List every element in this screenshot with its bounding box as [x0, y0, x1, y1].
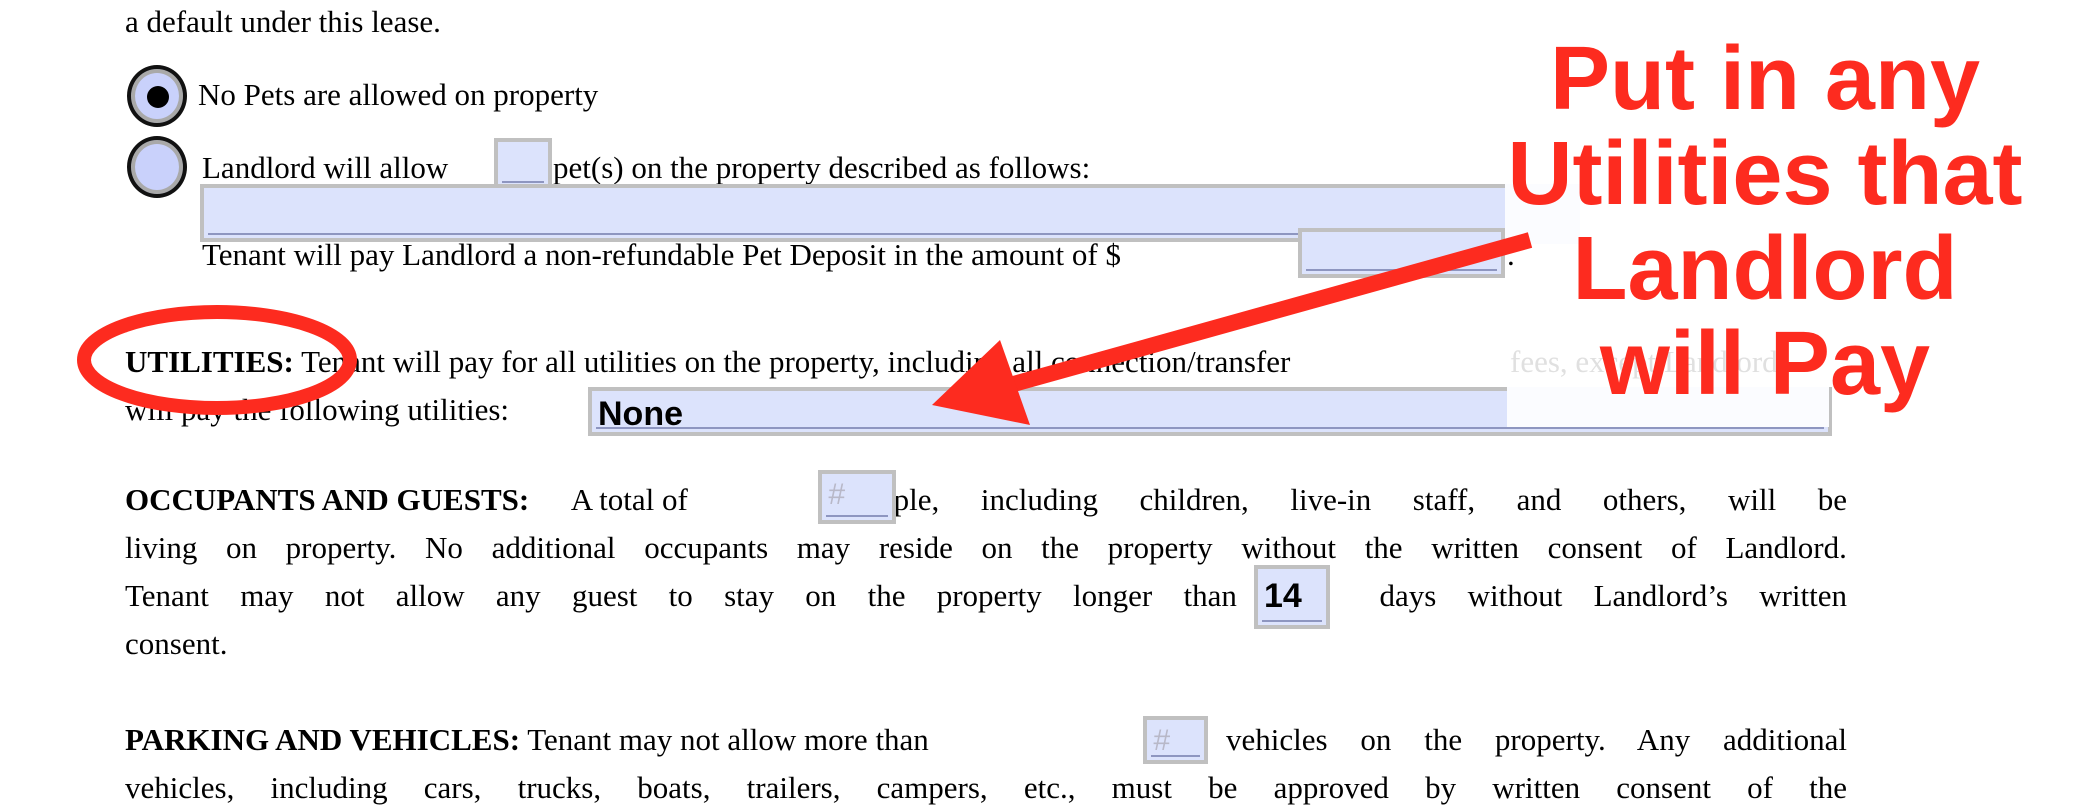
annotation-line-3: Landlord — [1572, 219, 1958, 319]
arrow-shaft — [1007, 232, 1533, 393]
annotation-line-1: Put in any — [1549, 29, 1981, 129]
highlight-circle — [77, 305, 357, 415]
annotation-line-2: Utilities that — [1507, 124, 2023, 224]
annotation-line-4: will Pay — [1599, 314, 1931, 414]
